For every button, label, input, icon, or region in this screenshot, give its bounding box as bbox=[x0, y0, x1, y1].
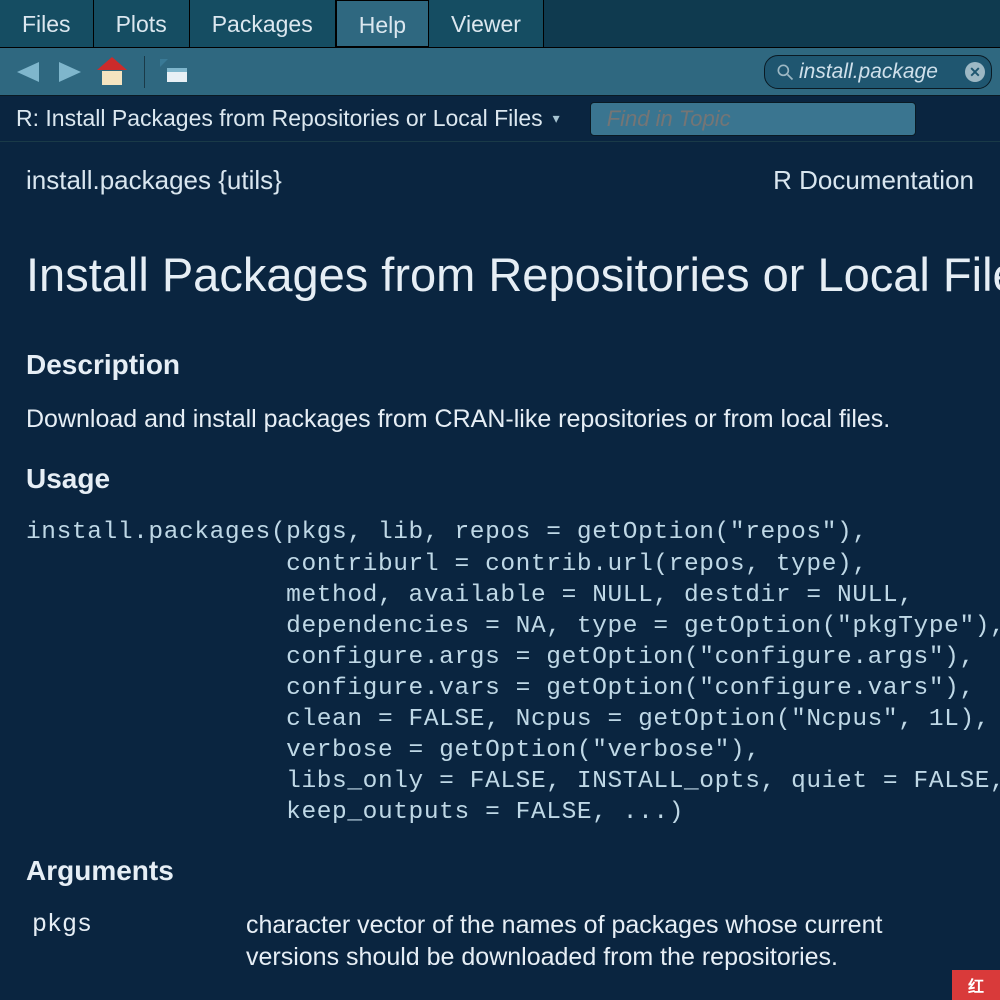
arguments-list: pkgs character vector of the names of pa… bbox=[26, 909, 974, 974]
section-usage: Usage bbox=[26, 461, 974, 497]
panel-tabs: Files Plots Packages Help Viewer bbox=[0, 0, 1000, 48]
home-icon bbox=[98, 59, 126, 85]
clear-search-icon[interactable]: ✕ bbox=[965, 62, 985, 82]
help-document: install.packages {utils} R Documentation… bbox=[0, 142, 1000, 996]
doc-right-label: R Documentation bbox=[773, 164, 974, 198]
popout-button[interactable] bbox=[155, 52, 195, 92]
doc-header: install.packages {utils} R Documentation bbox=[26, 164, 974, 198]
corner-mark: 红 bbox=[952, 970, 1000, 1000]
toolbar-divider bbox=[144, 56, 145, 88]
tab-packages[interactable]: Packages bbox=[190, 0, 336, 47]
help-toolbar: ✕ bbox=[0, 48, 1000, 96]
home-button[interactable] bbox=[92, 52, 132, 92]
popout-icon bbox=[163, 62, 187, 82]
back-button[interactable] bbox=[8, 52, 48, 92]
tab-files[interactable]: Files bbox=[0, 0, 94, 47]
argument-row: pkgs character vector of the names of pa… bbox=[26, 909, 974, 974]
search-icon bbox=[775, 62, 795, 82]
argument-description: character vector of the names of package… bbox=[246, 909, 974, 974]
page-title: Install Packages from Repositories or Lo… bbox=[26, 244, 974, 305]
forward-button[interactable] bbox=[50, 52, 90, 92]
crumb-title: R: Install Packages from Repositories or… bbox=[16, 105, 543, 132]
tab-plots[interactable]: Plots bbox=[94, 0, 190, 47]
search-input[interactable] bbox=[795, 60, 965, 84]
usage-code: install.packages(pkgs, lib, repos = getO… bbox=[26, 517, 974, 828]
chevron-down-icon[interactable]: ▾ bbox=[553, 110, 560, 127]
description-text: Download and install packages from CRAN-… bbox=[26, 403, 974, 437]
argument-name: pkgs bbox=[26, 909, 246, 974]
arrow-right-icon bbox=[59, 62, 81, 82]
find-in-topic-input[interactable] bbox=[590, 102, 916, 136]
tab-help[interactable]: Help bbox=[336, 0, 429, 47]
section-description: Description bbox=[26, 347, 974, 383]
tab-viewer[interactable]: Viewer bbox=[429, 0, 544, 47]
topic-label: install.packages {utils} bbox=[26, 164, 282, 198]
help-crumb-bar: R: Install Packages from Repositories or… bbox=[0, 96, 1000, 142]
arrow-left-icon bbox=[17, 62, 39, 82]
search-box[interactable]: ✕ bbox=[764, 55, 992, 89]
section-arguments: Arguments bbox=[26, 853, 974, 889]
